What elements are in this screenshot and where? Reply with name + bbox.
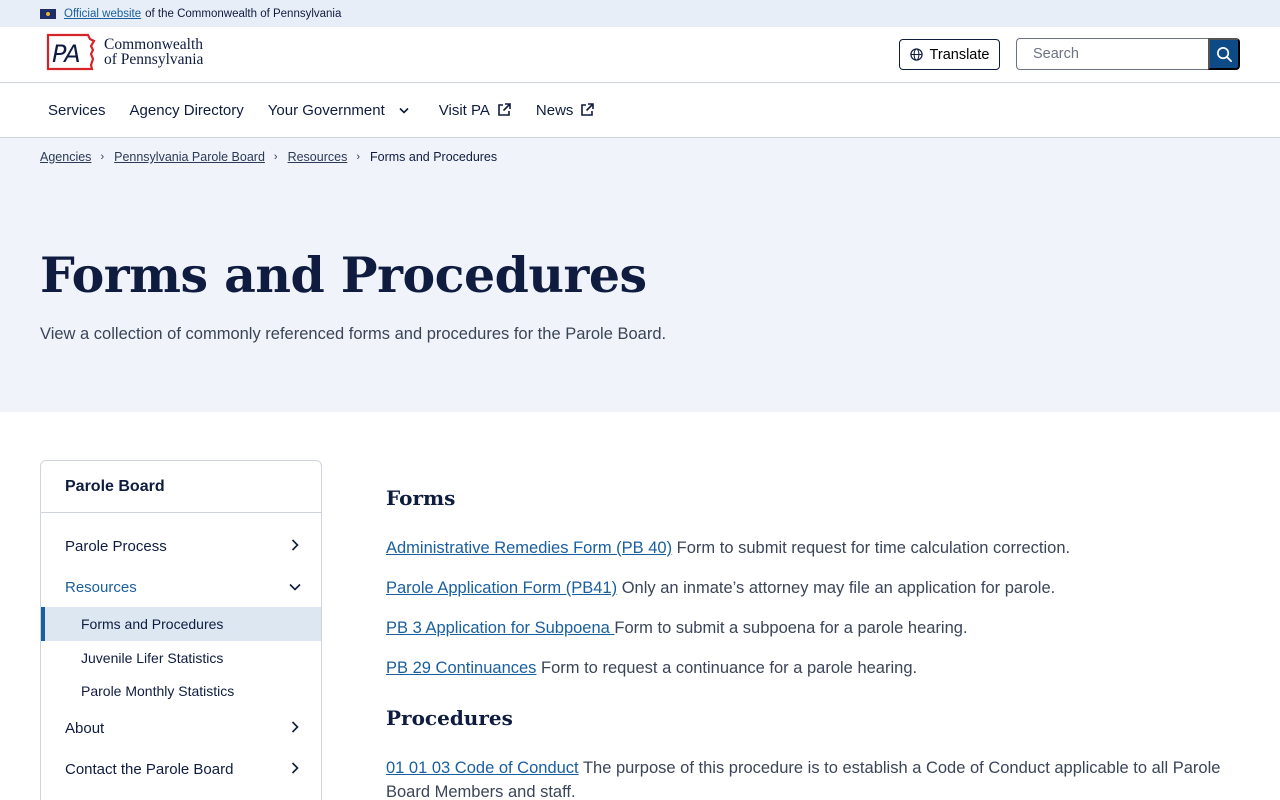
sidebar-item-label: Resources [65, 578, 137, 596]
sidebar-subitem-juvenile-lifer-statistics[interactable]: Juvenile Lifer Statistics [41, 641, 321, 675]
page-description: View a collection of commonly referenced… [40, 325, 667, 343]
nav-your-government[interactable]: Your Government [268, 83, 409, 138]
chevron-down-icon [289, 583, 301, 591]
logo-line1: Commonwealth [104, 36, 204, 53]
form-entry: Parole Application Form (PB41) Only an i… [386, 576, 1226, 600]
breadcrumb-resources[interactable]: Resources [288, 150, 348, 164]
breadcrumb-parole-board[interactable]: Pennsylvania Parole Board [114, 150, 265, 164]
nav-visit-pa-label: Visit PA [438, 101, 490, 119]
form-entry: PB 3 Application for Subpoena Form to su… [386, 616, 1226, 640]
form-link-pb40[interactable]: Administrative Remedies Form (PB 40) [386, 539, 672, 557]
chevron-down-icon [399, 107, 409, 114]
nav-agency-directory-label: Agency Directory [129, 101, 244, 119]
procedure-link-code-of-conduct[interactable]: 01 01 03 Code of Conduct [386, 759, 579, 777]
logo-wordmark: Commonwealth of Pennsylvania [104, 36, 204, 68]
breadcrumb: Agencies › Pennsylvania Parole Board › R… [40, 150, 497, 164]
official-website-link[interactable]: Official website [64, 8, 141, 20]
globe-icon [909, 48, 923, 61]
breadcrumb-current: Forms and Procedures [370, 150, 498, 164]
search-button[interactable] [1208, 38, 1240, 70]
form-entry: PB 29 Continuances Form to request a con… [386, 656, 1226, 680]
logo-mark-text: PA [52, 40, 81, 68]
chevron-right-icon: › [273, 151, 278, 163]
form-link-pb3[interactable]: PB 3 Application for Subpoena [386, 619, 614, 637]
procedure-entry: 01 01 03 Code of Conduct The purpose of … [386, 756, 1226, 800]
forms-heading: Forms [386, 486, 456, 510]
official-banner: Official website of the Commonwealth of … [0, 0, 1280, 27]
chevron-right-icon [291, 539, 299, 551]
sidebar-item-label: About [65, 719, 105, 737]
nav-news[interactable]: News [536, 83, 596, 138]
sidebar-item-parole-process[interactable]: Parole Process [41, 526, 321, 566]
sidebar-item-about[interactable]: About [41, 708, 321, 748]
pa-logo[interactable]: PA Commonwealth of Pennsylvania [44, 32, 203, 72]
procedures-heading: Procedures [386, 706, 513, 730]
pa-flag-icon [40, 8, 56, 19]
chevron-right-icon [291, 721, 299, 733]
chevron-right-icon: › [100, 151, 105, 163]
form-description: Form to request a continuance for a paro… [536, 659, 918, 677]
translate-button[interactable]: Translate [899, 39, 1000, 70]
nav-your-government-label: Your Government [267, 101, 385, 119]
nav-news-label: News [535, 101, 574, 119]
sidebar-subitem-label: Forms and Procedures [81, 616, 224, 632]
nav-services-label: Services [48, 101, 106, 119]
sidebar-title: Parole Board [41, 461, 321, 513]
nav-visit-pa[interactable]: Visit PA [439, 83, 512, 138]
pa-keystone-icon: PA [44, 32, 96, 72]
translate-label: Translate [929, 46, 990, 63]
form-link-pb29[interactable]: PB 29 Continuances [386, 659, 536, 677]
official-banner-text: of the Commonwealth of Pennsylvania [145, 7, 342, 20]
site-header: PA Commonwealth of Pennsylvania Translat… [0, 27, 1280, 83]
sidebar-item-label: Contact the Parole Board [65, 760, 234, 778]
sidebar-item-resources[interactable]: Resources [41, 567, 321, 607]
form-description: Form to submit a subpoena for a parole h… [614, 619, 968, 637]
form-link-pb41[interactable]: Parole Application Form (PB41) [386, 579, 617, 597]
sidebar-subitem-parole-monthly-statistics[interactable]: Parole Monthly Statistics [41, 674, 321, 708]
sidebar-subitem-label: Juvenile Lifer Statistics [81, 650, 224, 666]
nav-services[interactable]: Services [48, 83, 106, 138]
form-entry: Administrative Remedies Form (PB 40) For… [386, 536, 1226, 560]
search-icon [1216, 46, 1232, 62]
sidebar-item-label: Parole Process [65, 537, 167, 555]
logo-line2: of Pennsylvania [104, 51, 204, 68]
form-description: Form to submit request for time calculat… [672, 539, 1071, 557]
nav-agency-directory[interactable]: Agency Directory [130, 83, 244, 138]
external-link-icon [581, 103, 595, 116]
search-input[interactable]: Search [1016, 38, 1209, 70]
page-hero: Agencies › Pennsylvania Parole Board › R… [0, 138, 1280, 412]
page-title: Forms and Procedures [40, 246, 647, 304]
sidebar-item-contact[interactable]: Contact the Parole Board [41, 749, 321, 789]
chevron-right-icon [291, 762, 299, 774]
main-nav: Services Agency Directory Your Governmen… [0, 83, 1280, 138]
sidebar-subitem-label: Parole Monthly Statistics [81, 683, 235, 699]
sidebar-subitem-forms-and-procedures[interactable]: Forms and Procedures [41, 607, 321, 641]
breadcrumb-agencies[interactable]: Agencies [40, 150, 91, 164]
chevron-right-icon: › [356, 151, 360, 163]
form-description: Only an inmate’s attorney may file an ap… [617, 579, 1056, 597]
external-link-icon [498, 103, 511, 116]
search-placeholder: Search [1033, 46, 1079, 62]
sidebar-nav: Parole Board Parole Process Resources Fo… [40, 460, 322, 800]
